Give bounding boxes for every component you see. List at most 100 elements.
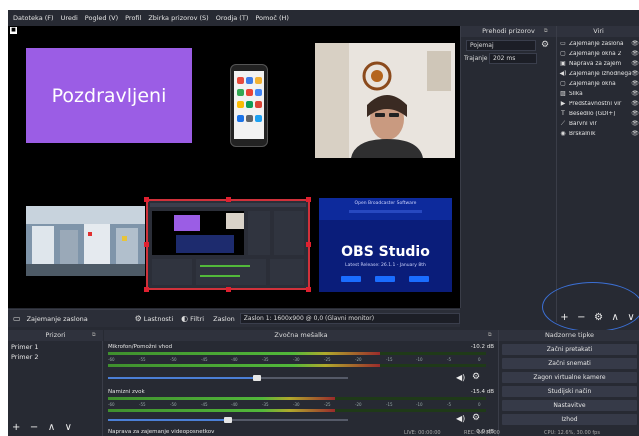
menu-help[interactable]: Pomoč (H) (255, 14, 289, 22)
scene-item[interactable]: Primer 2 (11, 353, 39, 361)
duration-input[interactable]: 202 ms (489, 53, 537, 64)
controls-panel: Nadzorne tipke Začni pretakati Začni sne… (498, 330, 639, 436)
monitor-icon: ▭ (13, 314, 21, 323)
eye-icon[interactable]: 👁 (631, 120, 639, 127)
source-item[interactable]: ▶ Predstavnostni vir 👁 (559, 99, 639, 108)
menu-profile[interactable]: Profil (125, 14, 141, 22)
source-item[interactable]: ▢ Zajemanje okna 👁 (559, 79, 639, 88)
sources-panel: Viri ▭ Zajemanje zaslona 👁 ▢ Zajemanje okna… (556, 26, 639, 322)
eye-icon[interactable]: 👁 (631, 60, 639, 67)
obs-subtitle: Latest Release: 26.1.1 - January 8th (345, 263, 426, 268)
eye-icon[interactable]: 👁 (631, 40, 639, 47)
meter-tick-label: -30 (293, 357, 300, 362)
source-item[interactable]: ▨ Slika 👁 (559, 89, 639, 98)
speaker-icon[interactable]: ◀) (456, 373, 465, 382)
channel-name: Namizni zvok (108, 389, 145, 395)
volume-slider-handle[interactable] (253, 375, 261, 381)
meter-tick-label: -30 (293, 402, 300, 407)
remove-scene-button[interactable]: − (30, 422, 38, 433)
undock-icon[interactable]: ⧉ (488, 332, 492, 338)
eye-icon[interactable]: 👁 (631, 100, 639, 107)
undock-icon[interactable]: ⧉ (544, 28, 548, 34)
eye-icon[interactable]: 👁 (631, 70, 639, 77)
source-item[interactable]: ▣ Naprava za zajem 👁 (559, 59, 639, 68)
text-icon: T (561, 110, 565, 117)
undock-icon[interactable]: ⧉ (92, 332, 96, 338)
scene-item[interactable]: Primer 1 (11, 343, 39, 351)
sources-title: Viri (557, 26, 639, 37)
source-item[interactable]: ⟋ Barvni vir 👁 (559, 119, 639, 128)
volume-slider-handle[interactable] (224, 417, 232, 423)
meter-tick-label: -35 (262, 402, 269, 407)
transition-settings-icon[interactable]: ⚙ (541, 40, 549, 50)
menu-edit[interactable]: Uredi (61, 14, 78, 22)
add-scene-button[interactable]: + (12, 422, 20, 433)
exit-button[interactable]: Izhod (502, 414, 637, 425)
level-meter (108, 352, 380, 355)
source-item[interactable]: ◉ Brskalnik 👁 (559, 129, 639, 138)
gear-icon[interactable]: ⚙ (135, 314, 142, 323)
settings-button[interactable]: Nastavitve (502, 400, 637, 411)
source-item[interactable]: ▢ Zajemanje okna 2 👁 (559, 49, 639, 58)
eye-icon[interactable]: 👁 (631, 80, 639, 87)
scene-down-button[interactable]: ∨ (65, 422, 72, 433)
volume-slider[interactable] (108, 377, 257, 379)
meter-tick-label: -40 (231, 402, 238, 407)
menu-scene-collection[interactable]: Zbirka prizorov (S) (148, 14, 208, 22)
scenes-panel: Prizori ⧉ Primer 1 Primer 2 + − ∧ ∨ (8, 330, 103, 436)
meter-tick-label: -50 (170, 402, 177, 407)
meter-scale: -60 -55 -50 -45 -40 -35 -30 -25 -20 -15 -10 -5 0 (108, 402, 486, 407)
menu-tools[interactable]: Orodja (T) (216, 14, 249, 22)
channel-name: Mikrofon/Pomožni vhod (108, 344, 173, 350)
source-marker-icon: ■ (10, 27, 17, 34)
meter-tick-label: -15 (386, 402, 393, 407)
menu-file[interactable]: Datoteka (F) (13, 14, 54, 22)
meter-tick-label: -60 (108, 402, 115, 407)
meter-tick-label: -5 (447, 402, 451, 407)
audio-mixer-panel: Zvočna mešalka ⧉ Mikrofon/Pomožni vhod -… (104, 330, 498, 436)
gear-icon[interactable]: ⚙ (472, 413, 480, 423)
greeting-text: Pozdravljeni (51, 84, 167, 107)
eye-icon[interactable]: 👁 (631, 130, 639, 137)
gear-icon[interactable]: ⚙ (472, 372, 480, 382)
window-icon: ▢ (560, 80, 566, 87)
meter-tick-label: -45 (201, 357, 208, 362)
menu-view[interactable]: Pogled (V) (85, 14, 118, 22)
scene-up-button[interactable]: ∧ (48, 422, 55, 433)
window-icon: ▢ (560, 50, 566, 57)
channel-db: -15.4 dB (470, 389, 494, 395)
start-virtual-camera-button[interactable]: Zagon virtualne kamere (502, 372, 637, 383)
filters-button[interactable]: Filtri (190, 315, 204, 323)
meter-tick-label: -55 (139, 357, 146, 362)
source-item[interactable]: T Besedilo (GDI+) 👁 (559, 109, 639, 118)
source-item[interactable]: ▭ Zajemanje zaslona 👁 (559, 39, 639, 48)
level-meter (108, 397, 335, 400)
screen-dropdown[interactable]: Zaslon 1: 1600x900 @ 0,0 (Glavni monitor… (239, 313, 460, 324)
start-recording-button[interactable]: Začni snemati (502, 358, 637, 369)
source-toolbar: ▭ Zajemanje zaslona ⚙ Lastnosti ◐ Filtri… (8, 309, 460, 327)
meter-tick-label: -50 (170, 357, 177, 362)
meter-tick-label: -40 (231, 357, 238, 362)
scenes-toolbar: + − ∧ ∨ (12, 422, 72, 433)
filter-icon[interactable]: ◐ (181, 314, 188, 323)
source-item[interactable]: ◀)Zajemanje izhodnega zvoka👁 (559, 69, 639, 78)
speaker-icon: ◀) (559, 70, 567, 77)
properties-button[interactable]: Lastnosti (144, 315, 173, 323)
meter-tick-label: 0 (478, 357, 481, 362)
transition-type-dropdown[interactable]: Pojemaj (466, 40, 536, 51)
monitor-icon: ▭ (560, 40, 566, 47)
obs-window-capture[interactable] (144, 197, 311, 292)
meter-tick-label: -5 (447, 357, 451, 362)
scene-transitions-panel: Prehodi prizorov ⧉ Pojemaj ⚙ Trajanje 20… (460, 26, 556, 308)
eye-icon[interactable]: 👁 (631, 50, 639, 57)
level-meter (108, 409, 335, 412)
preview-canvas[interactable]: ■ Pozdravljeni Open Broadcaster Software… (8, 26, 460, 308)
studio-mode-button[interactable]: Studijski način (502, 386, 637, 397)
eye-icon[interactable]: 👁 (631, 110, 639, 117)
eye-icon[interactable]: 👁 (631, 90, 639, 97)
start-streaming-button[interactable]: Začni pretakati (502, 344, 637, 355)
volume-slider[interactable] (108, 419, 228, 421)
meter-tick-label: -20 (355, 402, 362, 407)
speaker-icon[interactable]: ◀) (456, 414, 465, 423)
menu-bar: Datoteka (F) Uredi Pogled (V) Profil Zbi… (8, 10, 639, 25)
